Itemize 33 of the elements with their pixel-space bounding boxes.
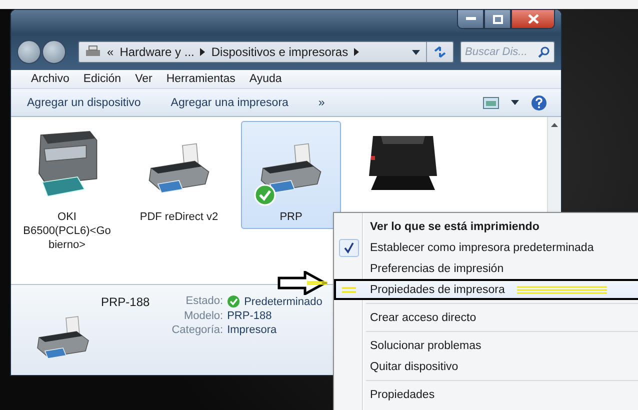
device-label: OKI B6500(PCL6)<Go bierno> — [23, 210, 111, 253]
menu-item[interactable]: Propiedades — [334, 384, 638, 405]
field-label: Categoría: — [172, 324, 224, 336]
menu-item[interactable]: Archivo — [31, 73, 70, 85]
breadcrumb[interactable]: Hardware y ... — [120, 45, 194, 59]
toolbar-button[interactable]: Agregar un dispositivo — [23, 94, 145, 110]
menu-item[interactable]: Ayuda — [249, 73, 282, 85]
search-field[interactable]: Buscar Dis... — [460, 41, 555, 63]
breadcrumb[interactable]: Dispositivos e impresoras — [211, 45, 348, 59]
menu-item[interactable]: Ver — [135, 73, 152, 85]
menu-item[interactable]: Solucionar problemas — [334, 335, 638, 356]
menu-item[interactable]: Preferencias de impresión — [334, 258, 638, 279]
menu-item[interactable]: Edición — [83, 73, 122, 85]
device-tile[interactable]: OKI B6500(PCL6)<Go bierno> — [17, 121, 117, 257]
device-tile[interactable]: PDF reDirect v2 — [129, 121, 229, 229]
menu-item[interactable]: Crear acceso directo — [334, 307, 638, 328]
menu-item[interactable]: Quitar dispositivo — [334, 356, 638, 377]
toolbar-button[interactable]: Agregar una impresora — [166, 94, 292, 110]
field-label: Modelo: — [182, 310, 224, 322]
device-label: PRP — [280, 210, 302, 225]
more-button[interactable]: » — [314, 94, 329, 110]
field-value: Impresora — [227, 324, 277, 336]
field-value: Predeterminado — [244, 296, 322, 308]
field-label: Estado: — [184, 295, 224, 308]
breadcrumb-overflow[interactable]: « — [107, 45, 114, 59]
menu-item[interactable]: Propiedades de impresora — [334, 279, 638, 300]
device-tile[interactable]: PRP — [241, 121, 341, 229]
device-name: PRP-188 — [101, 295, 150, 309]
device-label: PDF reDirect v2 — [140, 210, 218, 225]
menu-item[interactable]: Establecer como impresora predeterminada — [334, 237, 638, 258]
menu-item[interactable]: Herramientas — [166, 73, 236, 85]
address-bar[interactable]: « Hardware y ... Dispositivos e impresoras — [78, 41, 454, 63]
field-value: PRP-188 — [227, 310, 272, 322]
